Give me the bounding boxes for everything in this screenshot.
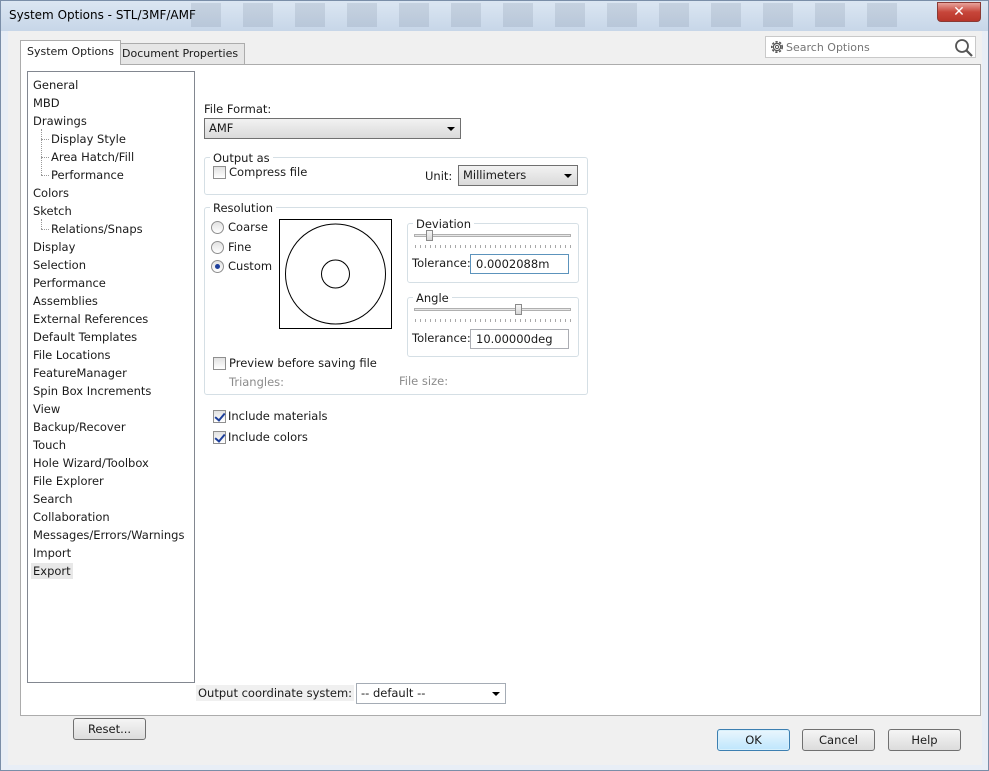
tree-item[interactable]: Backup/Recover [33, 419, 126, 435]
tree-item[interactable]: Hole Wizard/Toolbox [33, 455, 149, 471]
mesh-preview-graphic [285, 223, 386, 325]
reset-button[interactable]: Reset... [73, 718, 146, 740]
output-as-title: Output as [210, 151, 273, 165]
tab-document-properties[interactable]: Document Properties [115, 43, 246, 64]
chevron-down-icon [564, 174, 572, 178]
tree-item[interactable]: Import [33, 545, 71, 561]
tree-item[interactable]: Colors [33, 185, 69, 201]
title-bar[interactable]: System Options - STL/3MF/AMF ✕ [1, 1, 988, 31]
resolution-preview [279, 219, 392, 329]
angle-title: Angle [413, 291, 452, 305]
deviation-slider-thumb[interactable] [426, 230, 433, 241]
angle-slider[interactable] [414, 308, 571, 311]
custom-radio[interactable] [211, 260, 224, 273]
tree-item[interactable]: Messages/Errors/Warnings [33, 527, 184, 543]
options-panel: General MBD Drawings Display Style Area Hatc… [20, 64, 981, 740]
options-tree[interactable]: General MBD Drawings Display Style Area Hatc… [27, 71, 195, 683]
deviation-slider-ticks [415, 245, 571, 248]
tab-label: System Options [27, 45, 114, 58]
output-coordinate-system-label: Output coordinate system: [196, 685, 355, 701]
angle-slider-ticks [415, 319, 571, 322]
chevron-down-icon [492, 692, 500, 696]
tree-connector [41, 229, 49, 230]
close-icon: ✕ [953, 4, 965, 20]
tree-item[interactable]: External References [33, 311, 148, 327]
background-toolbar-ghost [191, 3, 911, 27]
tab-label: Document Properties [122, 47, 239, 60]
angle-slider-thumb[interactable] [514, 304, 522, 315]
cancel-button[interactable]: Cancel [802, 729, 875, 751]
tree-item[interactable]: FeatureManager [33, 365, 127, 381]
tree-item[interactable]: MBD [33, 95, 60, 111]
system-options-dialog: System Options - STL/3MF/AMF ✕ System Op… [0, 0, 989, 771]
tree-connector [41, 129, 42, 175]
deviation-tolerance-label: Tolerance: [412, 256, 471, 270]
angle-tolerance-input[interactable]: 10.00000deg [470, 329, 569, 349]
dialog-client-area: System Options Document Properties Gener… [8, 31, 982, 765]
tree-item[interactable]: Performance [51, 167, 124, 183]
search-icon[interactable] [954, 38, 974, 58]
tree-item[interactable]: Default Templates [33, 329, 137, 345]
file-size-label: File size: [399, 374, 449, 388]
deviation-title: Deviation [413, 217, 475, 231]
tree-connector [41, 175, 49, 176]
fine-label: Fine [228, 240, 252, 254]
tab-system-options[interactable]: System Options [20, 40, 121, 65]
chevron-down-icon [447, 127, 455, 131]
file-format-value: AMF [209, 121, 234, 135]
help-button[interactable]: Help [888, 729, 961, 751]
resolution-title: Resolution [210, 201, 277, 215]
triangles-label: Triangles: [229, 375, 285, 389]
tree-item[interactable]: Spin Box Increments [33, 383, 151, 399]
tree-item[interactable]: View [33, 401, 60, 417]
search-options-box[interactable] [765, 36, 976, 58]
tree-item[interactable]: Collaboration [33, 509, 110, 525]
close-button[interactable]: ✕ [937, 2, 981, 22]
fine-radio[interactable] [211, 241, 224, 254]
tree-item[interactable]: Selection [33, 257, 86, 273]
custom-label: Custom [228, 259, 273, 273]
compress-file-checkbox[interactable] [213, 166, 226, 179]
tree-item[interactable]: Display [33, 239, 75, 255]
search-input[interactable] [786, 39, 946, 55]
tree-item[interactable]: Drawings [33, 113, 87, 129]
unit-label: Unit: [425, 169, 453, 183]
tree-connector [41, 157, 49, 158]
tree-item[interactable]: Area Hatch/Fill [51, 149, 134, 165]
tree-connector [41, 219, 42, 229]
output-coordinate-system-select[interactable]: -- default -- [356, 683, 506, 704]
window-title: System Options - STL/3MF/AMF [9, 8, 196, 22]
gear-icon[interactable] [769, 39, 785, 55]
tree-item[interactable]: Relations/Snaps [51, 221, 143, 237]
include-colors-checkbox[interactable] [213, 431, 226, 444]
preview-before-saving-label: Preview before saving file [229, 356, 377, 370]
deviation-slider[interactable] [414, 234, 571, 237]
coarse-label: Coarse [228, 220, 268, 234]
include-materials-label: Include materials [228, 409, 328, 423]
tree-item[interactable]: Assemblies [33, 293, 98, 309]
tree-item[interactable]: Display Style [51, 131, 126, 147]
unit-value: Millimeters [463, 168, 527, 182]
tree-item[interactable]: File Explorer [33, 473, 104, 489]
file-format-select[interactable]: AMF [204, 118, 461, 139]
tree-item[interactable]: Sketch [33, 203, 72, 219]
output-coordinate-system-value: -- default -- [361, 686, 426, 700]
include-materials-checkbox[interactable] [213, 410, 226, 423]
tree-item[interactable]: General [33, 77, 78, 93]
preview-before-saving-checkbox[interactable] [213, 357, 226, 370]
coarse-radio[interactable] [211, 221, 224, 234]
include-colors-label: Include colors [228, 430, 308, 444]
compress-file-label: Compress file [229, 165, 308, 179]
tree-item[interactable]: File Locations [33, 347, 111, 363]
angle-tolerance-label: Tolerance: [412, 331, 471, 345]
unit-select[interactable]: Millimeters [458, 165, 578, 186]
tree-item[interactable]: Performance [33, 275, 106, 291]
ok-button[interactable]: OK [717, 729, 790, 751]
tree-connector [41, 139, 49, 140]
tree-item[interactable]: Export [31, 563, 73, 579]
deviation-tolerance-input[interactable]: 0.0002088m [470, 254, 569, 274]
tree-item[interactable]: Search [33, 491, 73, 507]
file-format-label: File Format: [204, 102, 272, 116]
tree-item[interactable]: Touch [33, 437, 66, 453]
